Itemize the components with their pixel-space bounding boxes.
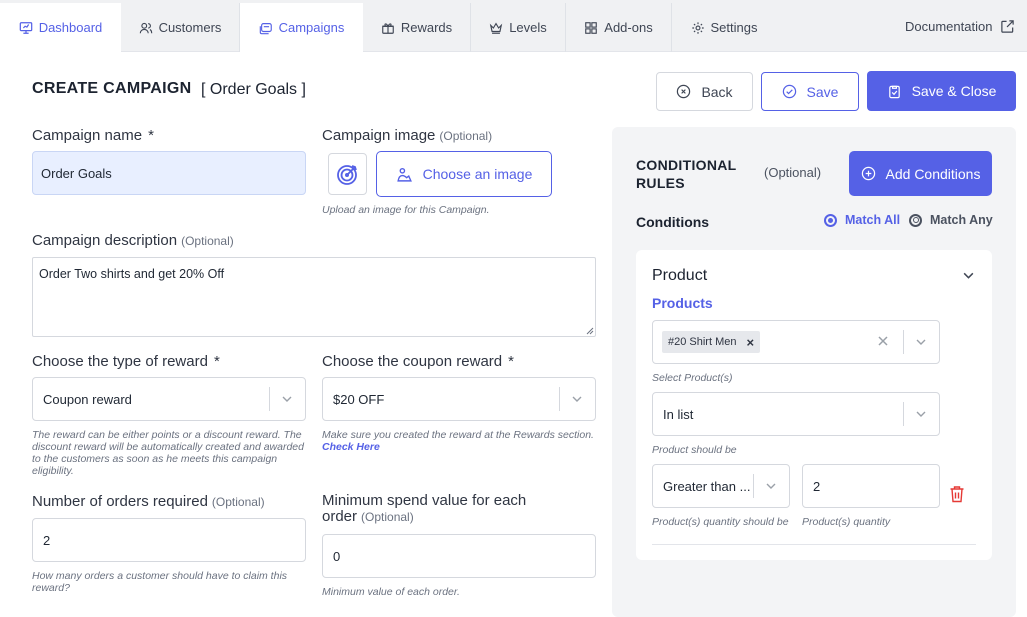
addons-icon bbox=[584, 21, 598, 35]
tab-label: Add-ons bbox=[604, 20, 653, 35]
campaign-description-textarea[interactable]: Order Two shirts and get 20% Off bbox=[32, 257, 596, 337]
list-operator-select[interactable]: In list bbox=[652, 392, 940, 436]
conditions-label: Conditions bbox=[636, 214, 710, 230]
coupon-reward-value: $20 OFF bbox=[333, 391, 385, 407]
quantity-operator-help: Product(s) quantity should be bbox=[652, 516, 789, 528]
page-title: CREATE CAMPAIGN bbox=[32, 80, 192, 97]
radio-selected-icon bbox=[824, 213, 837, 227]
tab-addons[interactable]: Add-ons bbox=[566, 3, 672, 52]
coupon-reward-label: Choose the coupon reward * bbox=[322, 353, 514, 370]
choose-image-label: Choose an image bbox=[422, 166, 533, 182]
match-all-label: Match All bbox=[845, 213, 901, 227]
back-button[interactable]: Back bbox=[656, 72, 753, 111]
levels-icon bbox=[489, 21, 503, 35]
quantity-operator-select[interactable]: Greater than ... bbox=[652, 464, 790, 508]
tab-rewards[interactable]: Rewards bbox=[363, 3, 471, 52]
tab-settings[interactable]: Settings bbox=[672, 3, 776, 52]
customers-icon bbox=[139, 21, 153, 35]
orders-required-input[interactable]: 2 bbox=[32, 518, 306, 562]
chevron-down-icon bbox=[766, 483, 776, 489]
tab-label: Rewards bbox=[400, 20, 453, 35]
add-conditions-button[interactable]: Add Conditions bbox=[849, 151, 992, 196]
page-subtitle: [ Order Goals ] bbox=[201, 81, 306, 98]
condition-card-title: Product bbox=[652, 267, 708, 284]
select-products-help: Select Product(s) bbox=[652, 372, 733, 384]
target-icon bbox=[336, 165, 357, 185]
documentation-label: Documentation bbox=[905, 18, 993, 34]
conditional-rules-title: CONDITIONAL RULES bbox=[636, 157, 737, 191]
campaign-name-label: Campaign name * bbox=[32, 127, 154, 144]
quantity-help: Product(s) quantity bbox=[802, 516, 891, 528]
documentation-link[interactable]: Documentation bbox=[905, 14, 1015, 38]
clipboard-check-icon bbox=[888, 85, 900, 98]
match-any-radio[interactable]: Match Any bbox=[909, 213, 993, 227]
match-all-radio[interactable]: Match All bbox=[824, 213, 900, 227]
campaign-description-label: Campaign description (Optional) bbox=[32, 232, 234, 249]
plus-circle-icon bbox=[861, 166, 875, 181]
reward-type-label: Choose the type of reward * bbox=[32, 353, 220, 370]
save-button[interactable]: Save bbox=[761, 72, 859, 111]
rewards-icon bbox=[381, 21, 395, 35]
campaign-image-thumbnail bbox=[328, 153, 367, 195]
tab-label: Customers bbox=[158, 20, 222, 35]
coupon-reward-select[interactable]: $20 OFF bbox=[322, 377, 596, 421]
back-label: Back bbox=[701, 83, 733, 100]
campaign-name-input[interactable]: Order Goals bbox=[32, 151, 306, 195]
dashboard-icon bbox=[19, 21, 33, 35]
match-any-label: Match Any bbox=[930, 213, 993, 227]
campaign-image-label: Campaign image (Optional) bbox=[322, 127, 493, 144]
coupon-help-text: Make sure you created the reward at the … bbox=[322, 429, 594, 453]
quantity-operator-value: Greater than ... bbox=[663, 478, 751, 494]
remove-chip-icon[interactable]: × bbox=[746, 335, 754, 350]
tab-customers[interactable]: Customers bbox=[121, 3, 240, 52]
external-link-icon bbox=[1001, 19, 1015, 33]
min-spend-input[interactable]: 0 bbox=[322, 534, 596, 578]
chevron-down-icon bbox=[916, 339, 926, 345]
check-here-link[interactable]: Check Here bbox=[322, 441, 380, 453]
resize-grip-icon[interactable] bbox=[586, 327, 594, 335]
tab-label: Levels bbox=[509, 20, 547, 35]
quantity-input[interactable]: 2 bbox=[802, 464, 940, 508]
reward-type-value: Coupon reward bbox=[43, 391, 132, 407]
conditional-rules-optional: (Optional) bbox=[764, 165, 822, 180]
card-divider bbox=[652, 544, 976, 545]
description-text: Order Two shirts and get 20% Off bbox=[39, 267, 225, 281]
products-label: Products bbox=[652, 295, 713, 311]
back-icon bbox=[677, 84, 691, 99]
campaigns-icon bbox=[259, 21, 273, 35]
orders-required-label: Number of orders required (Optional) bbox=[32, 493, 265, 510]
add-conditions-label: Add Conditions bbox=[885, 165, 981, 182]
save-label: Save bbox=[806, 83, 839, 100]
chevron-down-icon bbox=[572, 396, 582, 402]
image-help-text: Upload an image for this Campaign. bbox=[322, 204, 490, 216]
product-chip: #20 Shirt Men × bbox=[662, 331, 761, 353]
reward-type-select[interactable]: Coupon reward bbox=[32, 377, 306, 421]
save-close-label: Save & Close bbox=[911, 83, 997, 99]
tab-campaigns[interactable]: Campaigns bbox=[240, 3, 363, 52]
reward-type-help-text: The reward can be either points or a dis… bbox=[32, 429, 304, 477]
image-upload-icon bbox=[396, 167, 412, 182]
settings-icon bbox=[691, 21, 705, 35]
list-operator-value: In list bbox=[663, 406, 694, 422]
chevron-down-icon bbox=[916, 411, 926, 417]
tab-label: Dashboard bbox=[38, 20, 103, 35]
min-spend-help-text: Minimum value of each order. bbox=[322, 586, 460, 598]
trash-icon[interactable] bbox=[949, 485, 965, 503]
choose-image-button[interactable]: Choose an image bbox=[376, 151, 552, 197]
clear-icon[interactable] bbox=[877, 335, 889, 347]
chevron-down-icon[interactable] bbox=[962, 269, 975, 282]
tab-label: Campaigns bbox=[278, 20, 345, 35]
radio-unselected-icon bbox=[909, 213, 922, 227]
tab-label: Settings bbox=[710, 20, 758, 35]
list-operator-help: Product should be bbox=[652, 444, 737, 456]
orders-help-text: How many orders a customer should have t… bbox=[32, 570, 288, 594]
min-spend-label: Minimum spend value for each order (Option… bbox=[322, 492, 527, 525]
save-close-button[interactable]: Save & Close bbox=[867, 71, 1016, 111]
top-nav: Dashboard Customers Campaigns Rewards Le… bbox=[0, 0, 1027, 52]
check-circle-icon bbox=[782, 84, 796, 99]
tab-levels[interactable]: Levels bbox=[471, 3, 566, 52]
tab-dashboard[interactable]: Dashboard bbox=[0, 3, 121, 52]
product-chip-label: #20 Shirt Men bbox=[668, 336, 737, 348]
chevron-down-icon bbox=[282, 396, 292, 402]
